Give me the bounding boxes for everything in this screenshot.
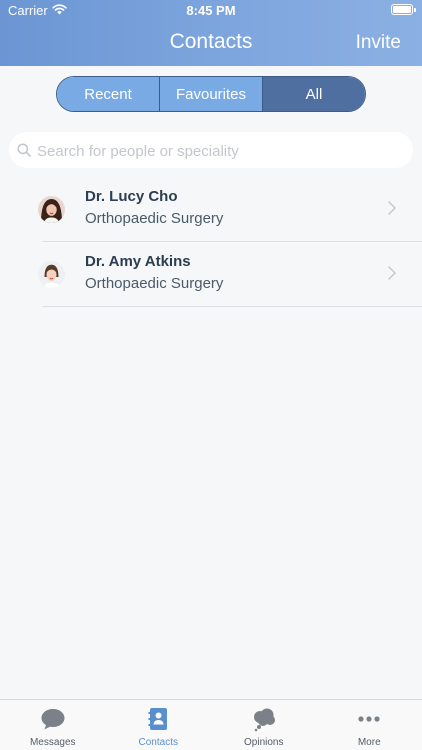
filter-segmented-control: Recent Favourites All: [56, 76, 366, 112]
tab-messages[interactable]: Messages: [0, 700, 106, 750]
segment-recent[interactable]: Recent: [57, 77, 160, 111]
search-icon: [17, 143, 31, 157]
tab-more[interactable]: More: [317, 700, 422, 750]
status-time: 8:45 PM: [186, 3, 236, 18]
contact-name: Dr. Lucy Cho: [85, 188, 178, 205]
nav-header: Carrier 8:45 PM Contacts Invite: [0, 0, 422, 66]
messages-icon: [39, 706, 67, 732]
search-input[interactable]: [35, 132, 409, 170]
list-item[interactable]: Dr. Lucy Cho Orthopaedic Surgery: [0, 177, 422, 242]
contact-name: Dr. Amy Atkins: [85, 253, 191, 270]
tab-more-label: More: [357, 737, 381, 748]
contacts-icon: [144, 706, 172, 732]
battery-icon: [391, 4, 416, 15]
chevron-right-icon: [388, 201, 396, 215]
search-bar: [9, 132, 413, 170]
tab-contacts[interactable]: Contacts: [106, 700, 212, 750]
contacts-screen: Carrier 8:45 PM Contacts Invite Recent F…: [0, 0, 422, 750]
tab-bar: Messages Contacts Opinions More: [0, 699, 422, 750]
segment-all[interactable]: All: [263, 77, 365, 111]
status-bar: Carrier 8:45 PM: [0, 0, 422, 22]
tab-contacts-label: Contacts: [138, 737, 178, 748]
opinions-icon: [250, 706, 278, 732]
invite-button[interactable]: Invite: [356, 32, 401, 54]
tab-messages-label: Messages: [29, 737, 76, 748]
tab-opinions-label: Opinions: [244, 737, 284, 748]
more-icon: [355, 706, 383, 732]
tab-opinions[interactable]: Opinions: [211, 700, 317, 750]
row-divider: [42, 306, 422, 307]
list-item[interactable]: Dr. Amy Atkins Orthopaedic Surgery: [0, 242, 422, 307]
chevron-right-icon: [388, 266, 396, 280]
segment-favourites[interactable]: Favourites: [160, 77, 263, 111]
contact-speciality: Orthopaedic Surgery: [85, 275, 224, 292]
avatar: [38, 261, 65, 288]
avatar: [38, 196, 65, 223]
contact-speciality: Orthopaedic Surgery: [85, 210, 224, 227]
